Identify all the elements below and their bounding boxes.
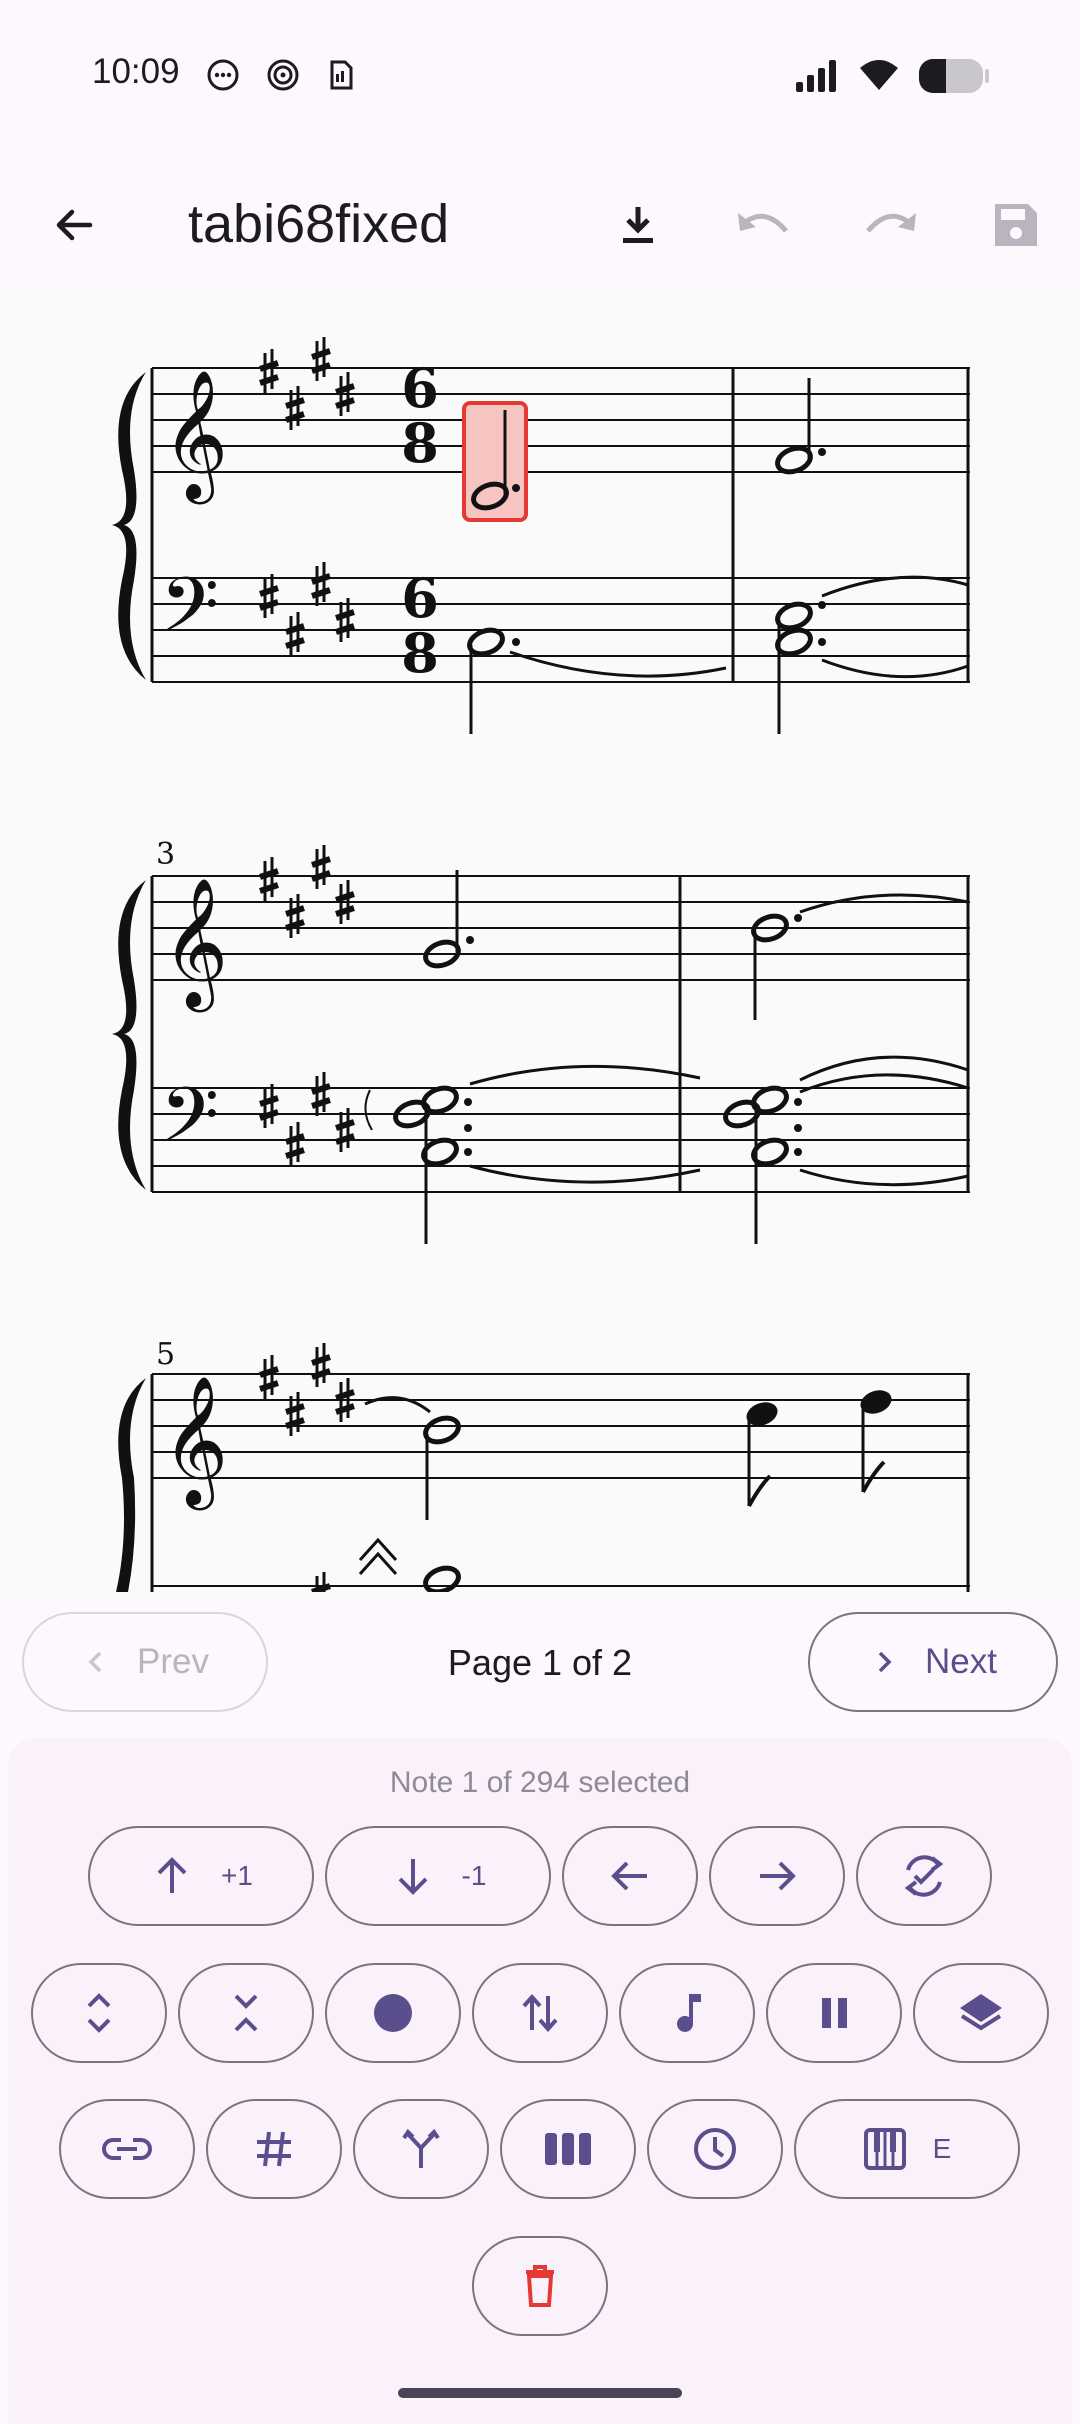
accidental-button[interactable]: [206, 2099, 342, 2199]
arrow-up-icon: [157, 1857, 187, 1893]
download-button[interactable]: [598, 185, 678, 265]
page-title: tabi68fixed: [188, 194, 450, 254]
message-icon: [207, 59, 239, 91]
key-signature-treble: [260, 337, 354, 430]
chevron-right-icon: [878, 1651, 892, 1673]
spiral-icon: [267, 59, 299, 91]
rest-button[interactable]: [766, 1963, 902, 2063]
next-note-button[interactable]: [709, 1826, 845, 1926]
undo-button[interactable]: [724, 185, 804, 265]
home-indicator[interactable]: [398, 2388, 682, 2398]
arrow-right-icon: [760, 1861, 796, 1891]
note-button[interactable]: [619, 1963, 755, 2063]
swap-vertical-icon: [522, 1993, 558, 2033]
time-sig-bottom-treble: 8: [401, 411, 439, 475]
arrow-left-icon: [611, 1861, 647, 1891]
delete-button[interactable]: [472, 2236, 608, 2336]
swap-button[interactable]: [472, 1963, 608, 2063]
redo-icon: [866, 213, 916, 233]
key-signature-button[interactable]: E: [794, 2099, 1020, 2199]
key-signature-bass: [260, 562, 354, 656]
clock-icon: [694, 2128, 736, 2170]
sheet-music[interactable]: 𝄞 𝄢 6 8 6 8 3 𝄞 𝄢 5 𝄞: [0, 296, 1080, 1592]
prev-label: Prev: [137, 1642, 209, 1681]
status-time: 10:09: [92, 52, 180, 91]
arrow-down-icon: [398, 1859, 427, 1895]
system-3: 5 𝄞: [116, 1337, 970, 1592]
pause-icon: [822, 1998, 847, 2028]
treble-clef-icon: 𝄞: [162, 369, 228, 505]
signal-icon: [796, 60, 836, 92]
pitch-down-button[interactable]: -1: [325, 1826, 551, 1926]
sync-check-icon: [904, 1855, 944, 1897]
treble-clef-icon: 𝄞: [162, 1375, 228, 1511]
bass-clef-icon: 𝄢: [160, 561, 219, 668]
system-1: 𝄞 𝄢 6 8 6 8: [112, 337, 970, 734]
prev-page-button[interactable]: Prev: [22, 1612, 268, 1712]
save-icon: [995, 204, 1037, 246]
collapse-button[interactable]: [178, 1963, 314, 2063]
sim-card-icon: [330, 60, 353, 90]
tie-button[interactable]: [59, 2099, 195, 2199]
unfold-more-icon: [87, 1993, 111, 2033]
system-2: 3 𝄞 𝄢: [112, 837, 970, 1244]
measure-number: 5: [156, 1337, 175, 1372]
music-note-icon: [677, 1994, 701, 2032]
status-bar: 10:09: [0, 0, 1080, 150]
battery-icon: [919, 59, 989, 93]
pitch-up-button[interactable]: +1: [88, 1826, 314, 1926]
unfold-less-icon: [234, 1994, 258, 2032]
bass-clef-icon: 𝄢: [160, 1071, 219, 1178]
previous-note-button[interactable]: [562, 1826, 698, 1926]
call-split-icon: [402, 2128, 440, 2168]
pitch-down-label: -1: [461, 1860, 487, 1891]
page-indicator: Page 1 of 2: [447, 1642, 633, 1683]
next-label: Next: [925, 1642, 997, 1681]
view-column-icon: [545, 2133, 591, 2165]
pitch-up-label: +1: [221, 1860, 253, 1891]
wifi-icon: [860, 60, 898, 90]
next-page-button[interactable]: Next: [808, 1612, 1058, 1712]
time-sig-bottom-bass: 8: [401, 621, 439, 685]
dot-button[interactable]: [325, 1963, 461, 2063]
expand-button[interactable]: [31, 1963, 167, 2063]
redo-button[interactable]: [850, 185, 930, 265]
columns-button[interactable]: [500, 2099, 636, 2199]
selection-status: Note 1 of 294 selected: [389, 1766, 691, 1799]
circle-icon: [374, 1994, 412, 2032]
delete-icon: [526, 2265, 554, 2307]
undo-icon: [738, 213, 788, 233]
layers-icon: [960, 1994, 1002, 2031]
treble-clef-icon: 𝄞: [162, 877, 228, 1013]
save-button[interactable]: [976, 185, 1056, 265]
sharp-icon: [257, 2131, 291, 2167]
link-icon: [102, 2138, 152, 2160]
score-view[interactable]: 𝄞 𝄢 6 8 6 8 3 𝄞 𝄢 5 𝄞: [0, 296, 1080, 1592]
measure-number: 3: [156, 837, 175, 872]
download-icon: [623, 207, 653, 243]
split-button[interactable]: [353, 2099, 489, 2199]
arrow-back-icon: [56, 209, 93, 241]
sync-button[interactable]: [856, 1826, 992, 1926]
chevron-left-icon: [88, 1651, 102, 1673]
tempo-button[interactable]: [647, 2099, 783, 2199]
back-button[interactable]: [34, 185, 114, 265]
layers-button[interactable]: [913, 1963, 1049, 2063]
key-signature-label: E: [932, 2133, 952, 2164]
piano-icon: [863, 2128, 906, 2170]
